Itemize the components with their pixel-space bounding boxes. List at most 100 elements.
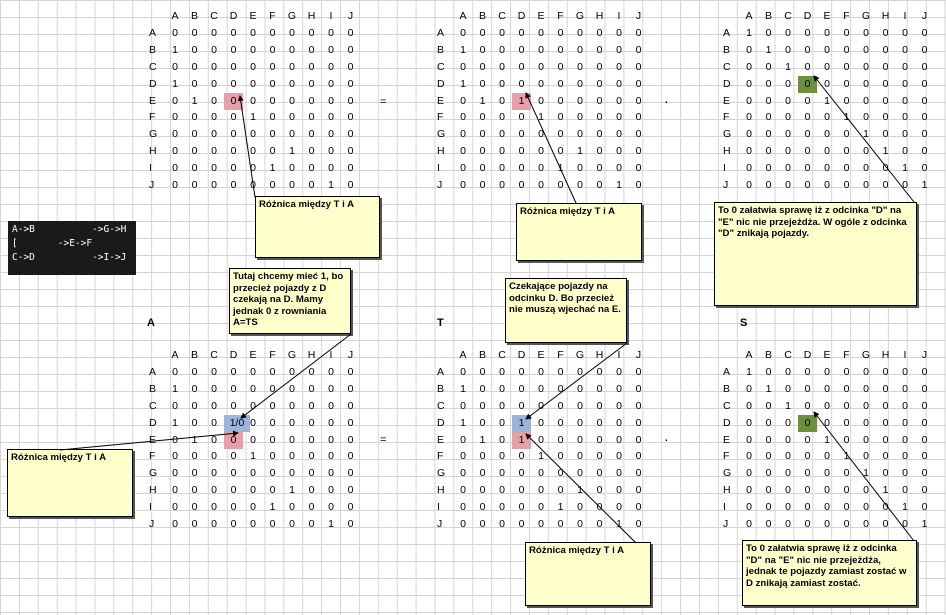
matrix-cell[interactable]: 0 bbox=[341, 42, 360, 59]
matrix-cell[interactable]: 0 bbox=[205, 448, 224, 465]
matrix-cell[interactable]: 0 bbox=[532, 59, 551, 76]
matrix-cell[interactable]: 1 bbox=[244, 109, 263, 126]
row-label[interactable]: A bbox=[720, 364, 739, 381]
matrix-cell[interactable]: 0 bbox=[551, 76, 570, 93]
matrix-cell[interactable]: 0 bbox=[798, 448, 817, 465]
matrix-cell[interactable]: 0 bbox=[473, 448, 492, 465]
matrix-cell[interactable]: 1 bbox=[551, 499, 570, 516]
matrix-cell[interactable]: 0 bbox=[205, 42, 224, 59]
matrix-cell[interactable]: 0 bbox=[551, 482, 570, 499]
matrix-cell[interactable]: 0 bbox=[454, 59, 473, 76]
matrix-cell[interactable]: 0 bbox=[322, 432, 341, 449]
matrix-cell[interactable]: 1 bbox=[473, 93, 492, 110]
matrix-cell[interactable]: 0 bbox=[759, 432, 778, 449]
matrix-cell[interactable]: 0 bbox=[759, 482, 778, 499]
matrix-cell[interactable]: 0 bbox=[302, 76, 321, 93]
matrix-cell[interactable]: 0 bbox=[915, 499, 934, 516]
matrix-cell[interactable]: 0 bbox=[302, 160, 321, 177]
matrix-cell[interactable]: 1 bbox=[512, 92, 531, 110]
matrix-cell[interactable]: 0 bbox=[185, 448, 204, 465]
matrix-cell[interactable]: 0 bbox=[551, 143, 570, 160]
row-label[interactable]: H bbox=[720, 482, 739, 499]
matrix-cell[interactable]: 0 bbox=[302, 177, 321, 194]
row-label[interactable]: D bbox=[146, 76, 165, 93]
matrix-cell[interactable]: 0 bbox=[798, 432, 817, 449]
matrix-cell[interactable]: 0 bbox=[185, 59, 204, 76]
matrix-cell[interactable]: 1 bbox=[473, 432, 492, 449]
matrix-cell[interactable]: 0 bbox=[590, 109, 609, 126]
matrix-cell[interactable]: 0 bbox=[512, 143, 531, 160]
matrix-cell[interactable]: 0 bbox=[512, 177, 531, 194]
matrix-cell[interactable]: 1 bbox=[915, 516, 934, 533]
matrix-cell[interactable]: 0 bbox=[473, 109, 492, 126]
matrix-cell[interactable]: 0 bbox=[551, 364, 570, 381]
matrix-cell[interactable]: 1 bbox=[454, 415, 473, 432]
matrix-cell[interactable]: 0 bbox=[740, 516, 759, 533]
matrix-cell[interactable]: 0 bbox=[244, 381, 263, 398]
row-label[interactable]: E bbox=[434, 93, 453, 110]
matrix-cell[interactable]: 0 bbox=[590, 143, 609, 160]
matrix-cell[interactable]: 0 bbox=[302, 465, 321, 482]
matrix-cell[interactable]: 0 bbox=[512, 448, 531, 465]
matrix-cell[interactable]: 0 bbox=[740, 177, 759, 194]
matrix-cell[interactable]: 1 bbox=[454, 381, 473, 398]
row-label[interactable]: B bbox=[434, 381, 453, 398]
matrix-cell[interactable]: 0 bbox=[166, 143, 185, 160]
matrix-cell[interactable]: 0 bbox=[263, 143, 282, 160]
matrix-cell[interactable]: 0 bbox=[629, 25, 648, 42]
matrix-cell[interactable]: 1 bbox=[263, 160, 282, 177]
matrix-cell[interactable]: 0 bbox=[532, 516, 551, 533]
row-label[interactable]: E bbox=[720, 93, 739, 110]
matrix-cell[interactable]: 0 bbox=[512, 42, 531, 59]
matrix-cell[interactable]: 0 bbox=[263, 398, 282, 415]
matrix-cell[interactable]: 0 bbox=[166, 398, 185, 415]
matrix-cell[interactable]: 1 bbox=[571, 143, 590, 160]
matrix-cell[interactable]: 1 bbox=[740, 364, 759, 381]
matrix-cell[interactable]: 0 bbox=[512, 160, 531, 177]
matrix-cell[interactable]: 0 bbox=[896, 381, 915, 398]
matrix-cell[interactable]: 0 bbox=[779, 415, 798, 432]
matrix-cell[interactable]: 0 bbox=[590, 432, 609, 449]
matrix-cell[interactable]: 0 bbox=[915, 381, 934, 398]
matrix-cell[interactable]: 0 bbox=[629, 93, 648, 110]
matrix-cell[interactable]: 0 bbox=[740, 109, 759, 126]
matrix-cell[interactable]: 0 bbox=[740, 381, 759, 398]
matrix-cell[interactable]: 0 bbox=[185, 160, 204, 177]
matrix-cell[interactable]: 1 bbox=[857, 126, 876, 143]
matrix-cell[interactable]: 0 bbox=[629, 398, 648, 415]
matrix-cell[interactable]: 0 bbox=[857, 143, 876, 160]
matrix-cell[interactable]: 0 bbox=[493, 499, 512, 516]
matrix-cell[interactable]: 0 bbox=[798, 381, 817, 398]
matrix-cell[interactable]: 0 bbox=[590, 59, 609, 76]
matrix-cell[interactable]: 0 bbox=[779, 42, 798, 59]
matrix-cell[interactable]: 0 bbox=[896, 448, 915, 465]
matrix-cell[interactable]: 0 bbox=[283, 381, 302, 398]
matrix-cell[interactable]: 0 bbox=[185, 516, 204, 533]
row-label[interactable]: I bbox=[434, 499, 453, 516]
matrix-cell[interactable]: 0 bbox=[629, 126, 648, 143]
matrix-cell[interactable]: 0 bbox=[571, 126, 590, 143]
matrix-cell[interactable]: 1 bbox=[779, 59, 798, 76]
matrix-cell[interactable]: 0 bbox=[454, 143, 473, 160]
matrix-cell[interactable]: 0 bbox=[341, 432, 360, 449]
matrix-cell[interactable]: 0 bbox=[512, 76, 531, 93]
matrix-cell[interactable]: 0 bbox=[205, 499, 224, 516]
matrix-cell[interactable]: 0 bbox=[759, 465, 778, 482]
matrix-cell[interactable]: 1 bbox=[779, 398, 798, 415]
matrix-cell[interactable]: 0 bbox=[205, 364, 224, 381]
matrix-cell[interactable]: 0 bbox=[283, 42, 302, 59]
matrix-cell[interactable]: 0 bbox=[610, 415, 629, 432]
row-label[interactable]: G bbox=[434, 465, 453, 482]
matrix-cell[interactable]: 0 bbox=[610, 76, 629, 93]
matrix-cell[interactable]: 0 bbox=[779, 465, 798, 482]
matrix-cell[interactable]: 0 bbox=[629, 59, 648, 76]
matrix-cell[interactable]: 0 bbox=[759, 126, 778, 143]
matrix-cell[interactable]: 0 bbox=[322, 93, 341, 110]
matrix-cell[interactable]: 0 bbox=[876, 76, 895, 93]
matrix-cell[interactable]: 0 bbox=[779, 25, 798, 42]
matrix-cell[interactable]: 1 bbox=[837, 448, 856, 465]
matrix-cell[interactable]: 0 bbox=[224, 381, 243, 398]
matrix-cell[interactable]: 0 bbox=[322, 143, 341, 160]
row-label[interactable]: H bbox=[434, 482, 453, 499]
matrix-cell[interactable]: 0 bbox=[629, 448, 648, 465]
